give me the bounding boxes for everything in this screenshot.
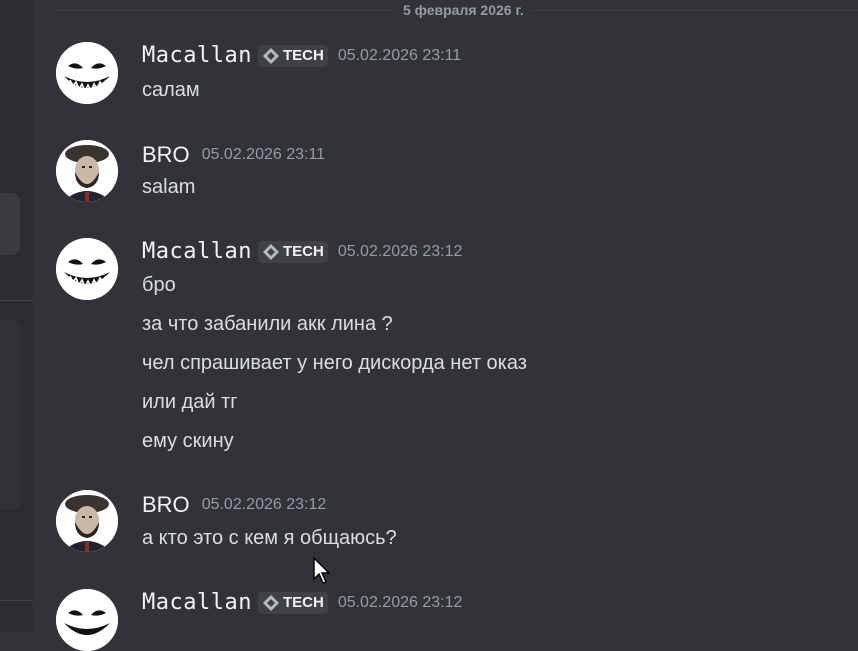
avatar[interactable]: [56, 238, 118, 300]
message-timestamp[interactable]: 05.02.2026 23:12: [338, 243, 463, 261]
author-name[interactable]: BRO: [142, 142, 190, 168]
bearded-man-avatar-icon: [56, 140, 118, 202]
tag-label: TECH: [282, 594, 324, 611]
message-text: а кто это с кем я общаюсь?: [142, 527, 397, 549]
server-tag-badge[interactable]: TECH: [257, 240, 328, 263]
grin-face-icon: [56, 42, 118, 104]
message-text: салам: [142, 79, 200, 101]
mouse-cursor-icon: [313, 557, 331, 584]
diamond-tag-icon: [262, 47, 279, 64]
message-text: за что забанили акк лина ?: [142, 313, 393, 335]
tag-label: TECH: [282, 243, 324, 260]
avatar[interactable]: [56, 490, 118, 552]
server-tag-badge[interactable]: TECH: [257, 44, 328, 67]
avatar[interactable]: [56, 589, 118, 651]
author-name[interactable]: Macallan: [142, 590, 252, 615]
message-timestamp[interactable]: 05.02.2026 23:12: [338, 594, 463, 612]
grin-face-icon: [56, 589, 118, 651]
diamond-tag-icon: [262, 243, 279, 260]
message-text: чел спрашивает у него дискорда нет оказ: [142, 352, 527, 374]
grin-face-icon: [56, 238, 118, 300]
bearded-man-avatar-icon: [56, 490, 118, 552]
diamond-tag-icon: [262, 594, 279, 611]
left-sidebar-strip: [0, 0, 33, 632]
message-timestamp[interactable]: 05.02.2026 23:11: [338, 47, 461, 65]
date-divider-label: 5 февраля 2026 г.: [395, 2, 532, 18]
message-timestamp[interactable]: 05.02.2026 23:12: [202, 496, 327, 514]
message-text: ему скину: [142, 430, 234, 452]
sidebar-item[interactable]: [0, 193, 20, 255]
message-timestamp[interactable]: 05.02.2026 23:11: [202, 146, 325, 164]
sidebar-divider: [0, 300, 33, 301]
message-text: бро: [142, 274, 176, 296]
message-text: salam: [142, 176, 196, 198]
author-name[interactable]: Macallan: [142, 43, 252, 68]
server-tag-badge[interactable]: TECH: [257, 591, 328, 614]
tag-label: TECH: [282, 47, 324, 64]
avatar[interactable]: [56, 42, 118, 104]
author-name[interactable]: Macallan: [142, 239, 252, 264]
message-text: или дай тг: [142, 391, 238, 413]
author-name[interactable]: BRO: [142, 492, 190, 518]
avatar[interactable]: [56, 140, 118, 202]
sidebar-panel: [0, 320, 20, 510]
sidebar-divider: [0, 600, 33, 601]
